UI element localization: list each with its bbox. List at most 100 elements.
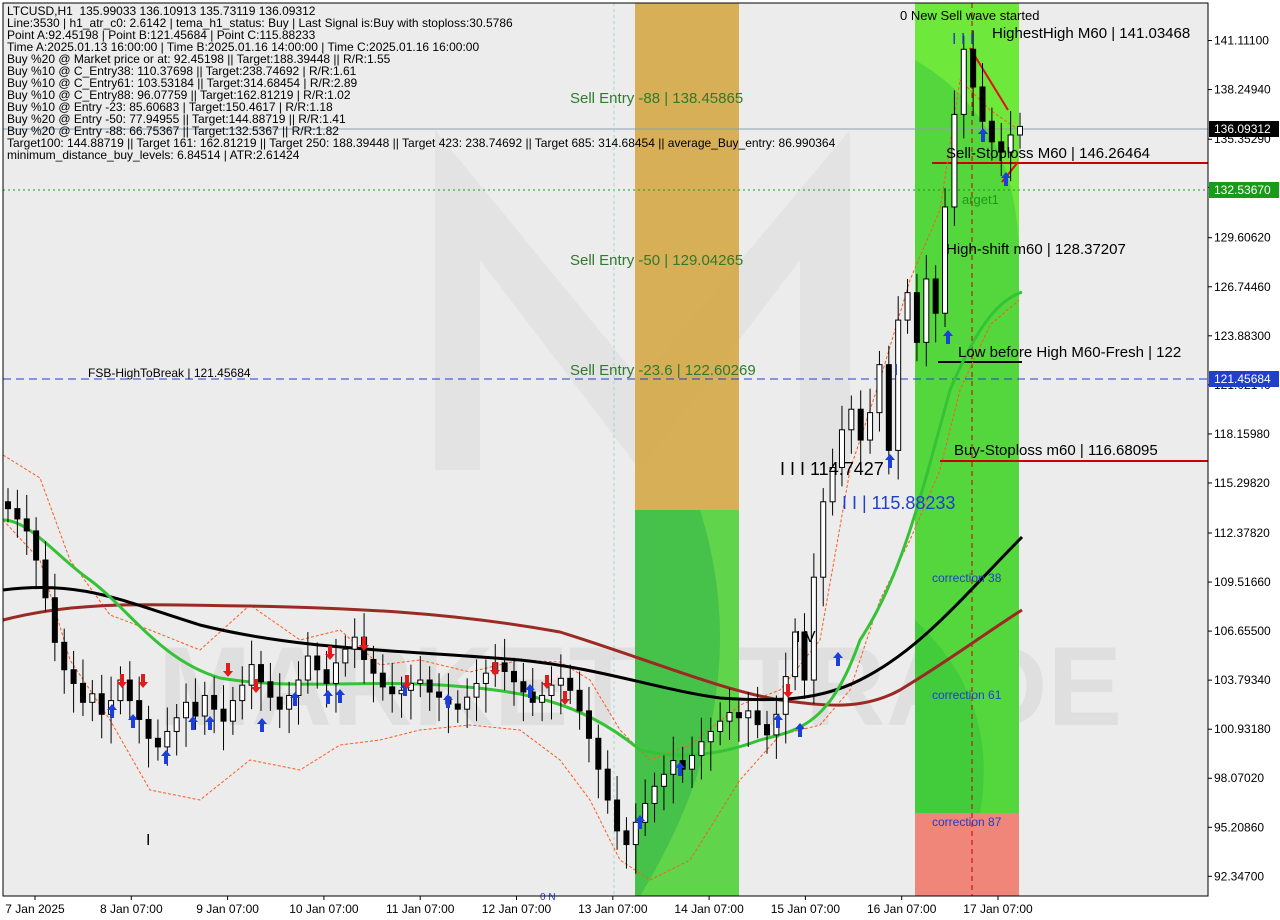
candle-body-bear: [970, 48, 977, 88]
candle-body-bull: [342, 648, 349, 664]
wave-status-label: 0 New Sell wave started: [900, 8, 1039, 23]
y-tick-label: 98.07020: [1214, 771, 1264, 785]
candle-body-bear: [154, 737, 161, 748]
candle-body-bear: [267, 681, 274, 698]
x-tick-label: 16 Jan 07:00: [867, 902, 937, 916]
x-tick-label: 8 Jan 07:00: [100, 902, 163, 916]
y-tick-label: 123.88300: [1214, 329, 1271, 343]
candle-body-bull: [164, 730, 171, 748]
y-tick-label: 129.60620: [1214, 231, 1271, 245]
candle-body-bull: [332, 662, 339, 684]
candle-body-bear: [323, 669, 330, 684]
y-tick-label: 109.51660: [1214, 575, 1271, 589]
candle-body-bull: [923, 278, 930, 343]
candle-body-bull: [295, 679, 302, 696]
candle-body-bull: [248, 664, 255, 686]
candle-body-bear: [932, 278, 939, 314]
candle-body-bull: [473, 682, 480, 698]
candle-body-bear: [426, 679, 433, 693]
candle-body-bull: [1017, 125, 1023, 136]
candle-body-bear: [42, 559, 49, 599]
candle-body-bull: [229, 700, 236, 722]
sell-entry-50-label: Sell Entry -50 | 129.04265: [570, 252, 743, 269]
label-iv: I V: [796, 629, 816, 646]
candle-body-bull: [351, 636, 358, 650]
y-tick-label: 118.15980: [1214, 427, 1270, 441]
indicator-info-block: LTCUSD,H1 135.99033 136.10913 135.73119 …: [7, 5, 835, 161]
buy-stoploss-label: Buy-Stoploss m60 | 116.68095: [954, 442, 1158, 459]
candle-body-bear: [136, 700, 143, 720]
candle-body-bear: [258, 664, 264, 683]
candle-body-bear: [520, 681, 527, 693]
x-tick-label: 7 Jan 2025: [5, 902, 65, 916]
y-tick-label: 141.11100: [1214, 34, 1269, 48]
candle-body-bull: [960, 48, 967, 115]
low-before-high-label: Low before High M60-Fresh | 122: [958, 344, 1181, 361]
y-tick-label: 103.79340: [1214, 673, 1271, 687]
y-tick-label: 106.65500: [1214, 624, 1271, 638]
candle-body-bear: [979, 86, 986, 122]
y-tick-label: 92.34700: [1214, 869, 1264, 883]
y-tick-label: 126.74460: [1214, 280, 1271, 294]
label-iii-114: I I I 114.7427: [780, 459, 884, 479]
candle-body-bull: [895, 319, 902, 451]
sell-entry-23-label: Sell Entry -23.6 | 122.60269: [570, 362, 756, 379]
candle-body-bear: [276, 696, 283, 710]
candle-body-bull: [304, 655, 311, 681]
candle-body-bull: [89, 693, 96, 703]
candle-body-bull: [482, 672, 489, 684]
correction-38-label: correction 38: [932, 571, 1002, 585]
candle-body-bull: [867, 412, 874, 441]
y-tick-label: 95.20860: [1214, 820, 1264, 834]
candle-body-bear: [735, 712, 742, 719]
candle-body-bull: [942, 206, 949, 314]
candle-body-bear: [70, 669, 77, 684]
candle-body-bear: [126, 679, 133, 702]
x-tick-label: 14 Jan 07:00: [674, 902, 744, 916]
fsb-label: FSB-HighToBreak | 121.45684: [88, 366, 251, 380]
candle-body-bear: [614, 799, 621, 832]
label-i-mid: I: [894, 362, 898, 379]
candle-body-bear: [98, 693, 105, 715]
candle-body-bear: [436, 691, 443, 698]
candle-body-bull: [632, 821, 639, 846]
y-tick-label: 100.93180: [1214, 722, 1271, 736]
candle-body-bear: [61, 641, 68, 671]
candle-body-bear: [501, 662, 508, 672]
price-tags: 136.09312 132.53670 121.45684: [1209, 121, 1279, 387]
candle-body-bull: [876, 364, 883, 414]
y-tick-label: 138.24940: [1214, 83, 1271, 97]
candle-body-bear: [585, 710, 592, 739]
sell-stoploss-label: Sell-Stoploss M60 | 146.26464: [946, 145, 1150, 162]
candle-body-bull: [557, 677, 564, 686]
x-tick-label: 9 Jan 07:00: [196, 902, 259, 916]
correction-87-label: correction 87: [932, 815, 1002, 829]
candle-body-bull: [548, 684, 555, 696]
candle-body-bear: [220, 708, 227, 722]
candle-body-bear: [885, 364, 892, 451]
blue-level-tag: 121.45684: [1214, 372, 1271, 386]
candle-body-bull: [689, 754, 696, 770]
candle-body-bear: [913, 292, 920, 343]
candle-body-bull: [904, 292, 911, 321]
candle-body-bull: [726, 712, 733, 722]
x-tick-label: 11 Jan 07:00: [386, 902, 455, 916]
candle-body-bear: [23, 518, 30, 532]
label-ii-115: I I | 115.88233: [842, 493, 955, 513]
highest-high-label: HighestHigh M60 | 141.03468: [992, 25, 1190, 42]
x-tick-label: 15 Jan 07:00: [771, 902, 841, 916]
candle-body-bear: [211, 694, 218, 710]
candle-body-bear: [454, 703, 461, 710]
green-level-tag: 132.53670: [1214, 183, 1271, 197]
y-tick-label: 112.37820: [1214, 526, 1270, 540]
candle-body-bear: [764, 724, 770, 736]
label-iii-top: I I I: [952, 31, 974, 48]
label-i-low: I: [146, 832, 150, 849]
candle-body-bear: [754, 710, 761, 726]
x-tick-label: 17 Jan 07:00: [963, 902, 1033, 916]
current-price-tag: 136.09312: [1214, 122, 1271, 136]
candle-body-bear: [79, 682, 86, 703]
candle-body-bull: [707, 730, 714, 743]
candle-body-bull: [698, 741, 705, 756]
candle-body-bull: [848, 408, 855, 431]
